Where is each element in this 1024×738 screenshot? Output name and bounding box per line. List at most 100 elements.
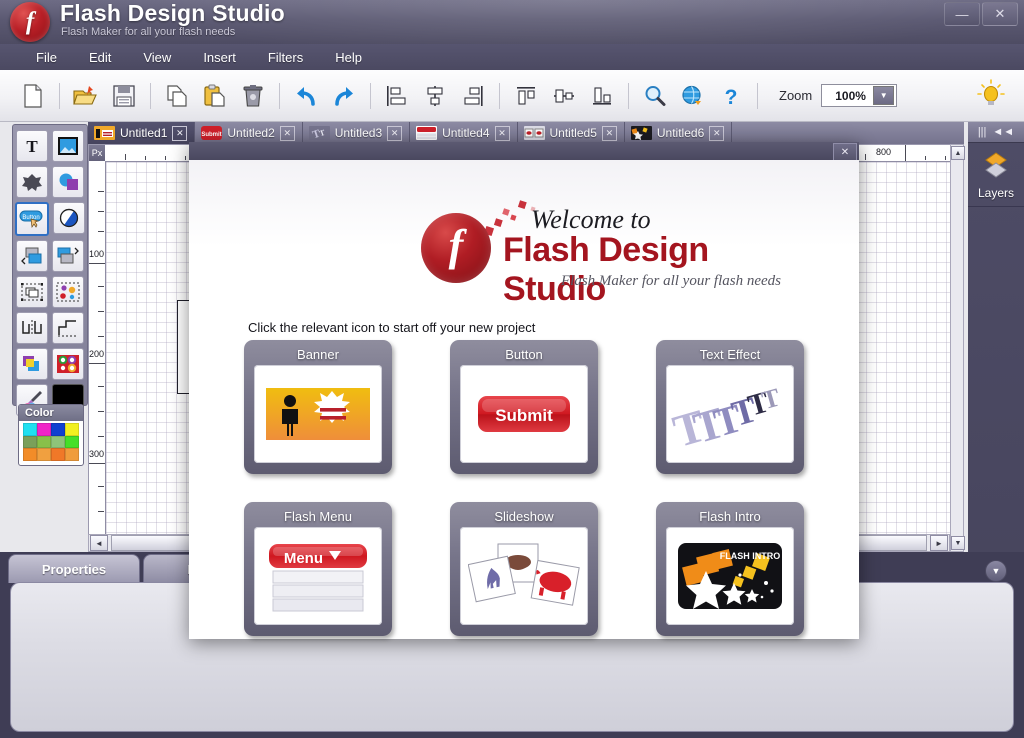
menu-item-edit[interactable]: Edit: [75, 47, 125, 68]
ruler-tick-label: 800: [876, 147, 892, 157]
application-window: f Flash Design Studio Flash Maker for al…: [0, 0, 1024, 738]
align-right-icon[interactable]: [454, 77, 492, 115]
document-tab-label: Untitled1: [120, 126, 168, 140]
color-swatch-grid[interactable]: [23, 423, 79, 461]
align-center-horizontal-icon[interactable]: [416, 77, 454, 115]
close-icon[interactable]: ✕: [279, 125, 295, 141]
distribute-tool[interactable]: [52, 312, 84, 344]
delete-trash-icon[interactable]: [234, 77, 272, 115]
panel-grip-icon[interactable]: |||: [978, 126, 987, 138]
project-card-text-effect[interactable]: Text Effect T T T T T T: [656, 340, 804, 474]
ruler-tick-label: 200: [89, 349, 105, 359]
project-card-banner[interactable]: Banner: [244, 340, 392, 474]
align-path-tool[interactable]: [16, 312, 48, 344]
image-tool[interactable]: [52, 130, 84, 162]
lightbulb-icon[interactable]: [974, 77, 1008, 111]
text-effect-preview-icon: T T T T T T: [666, 365, 794, 463]
canvas-vertical-scrollbar[interactable]: ▲ ▼: [950, 144, 965, 552]
document-tab-label: Untitled2: [227, 126, 275, 140]
redo-icon[interactable]: [325, 77, 363, 115]
close-icon[interactable]: ✕: [709, 125, 725, 141]
text-tool[interactable]: T: [16, 130, 48, 162]
new-document-icon[interactable]: [14, 77, 52, 115]
project-card-flash-intro[interactable]: Flash Intro FLASH INTRO: [656, 502, 804, 636]
color-swatch: [51, 448, 65, 461]
title-bar: f Flash Design Studio Flash Maker for al…: [0, 0, 1024, 44]
document-tab-untitled5[interactable]: Untitled5 ✕: [518, 122, 625, 144]
scroll-right-button[interactable]: ►: [930, 535, 948, 551]
publish-preview-icon[interactable]: [674, 77, 712, 115]
document-tab-untitled2[interactable]: Submit Untitled2 ✕: [195, 122, 303, 144]
project-card-title: Button: [505, 346, 543, 362]
button-tool[interactable]: Button: [15, 202, 49, 236]
project-card-slideshow[interactable]: Slideshow: [450, 502, 598, 636]
overlap-shapes-tool[interactable]: [52, 166, 84, 198]
scatter-tool[interactable]: [52, 276, 84, 308]
project-card-button[interactable]: Button Submit: [450, 340, 598, 474]
menu-item-view[interactable]: View: [129, 47, 185, 68]
layer-tool[interactable]: [16, 348, 48, 380]
close-icon[interactable]: ✕: [601, 125, 617, 141]
dialog-title-bar: ✕: [189, 142, 859, 161]
tab-properties[interactable]: Properties: [8, 554, 140, 583]
svg-text:T: T: [26, 137, 38, 156]
project-type-grid: Banner Button Submit Text Effect T T T T…: [244, 340, 809, 664]
panel-item-label: Layers: [977, 186, 1015, 200]
bring-forward-tool[interactable]: [52, 240, 84, 272]
document-tab-untitled1[interactable]: Untitled1 ✕: [88, 122, 196, 144]
align-center-vertical-icon[interactable]: [545, 77, 583, 115]
right-panel-header: ||| ◄◄: [968, 122, 1024, 143]
button-preview-icon: Submit: [460, 365, 588, 463]
menu-item-insert[interactable]: Insert: [189, 47, 250, 68]
open-folder-icon[interactable]: [67, 77, 105, 115]
close-window-button[interactable]: ✕: [982, 2, 1018, 26]
menu-item-filters[interactable]: Filters: [254, 47, 317, 68]
panel-item-layers[interactable]: Layers: [968, 143, 1024, 207]
save-icon[interactable]: [105, 77, 143, 115]
zoom-select[interactable]: 100% ▼: [821, 84, 898, 107]
collapse-panel-icon[interactable]: ◄◄: [992, 126, 1014, 138]
close-icon[interactable]: ✕: [172, 125, 188, 141]
dialog-close-button[interactable]: ✕: [833, 143, 857, 161]
scroll-down-button[interactable]: ▼: [951, 536, 965, 550]
zoom-search-icon[interactable]: [636, 77, 674, 115]
align-left-icon[interactable]: [378, 77, 416, 115]
project-card-flash-menu[interactable]: Flash Menu Menu: [244, 502, 392, 636]
project-card-title: Banner: [297, 346, 339, 362]
document-tab-untitled3[interactable]: TT Untitled3 ✕: [303, 122, 411, 144]
group-tool[interactable]: [16, 276, 48, 308]
color-panel: Color: [18, 404, 84, 466]
menu-item-help[interactable]: Help: [321, 47, 376, 68]
app-logo-icon: f: [10, 2, 50, 42]
send-backward-tool[interactable]: [16, 240, 48, 272]
button-sample-label: Submit: [495, 406, 553, 425]
document-tab-untitled4[interactable]: Untitled4 ✕: [410, 122, 518, 144]
project-card-title: Flash Intro: [699, 508, 761, 524]
tool-row: [13, 276, 87, 308]
shape-tool[interactable]: [16, 166, 48, 198]
undo-icon[interactable]: [287, 77, 325, 115]
paste-icon[interactable]: [196, 77, 234, 115]
gradient-circle-tool[interactable]: [53, 202, 85, 234]
align-top-icon[interactable]: [507, 77, 545, 115]
color-swatch: [23, 435, 37, 449]
menu-item-file[interactable]: File: [22, 47, 71, 68]
text-effect-tab-icon: TT: [308, 126, 330, 140]
copy-icon[interactable]: [158, 77, 196, 115]
chevron-down-icon[interactable]: ▼: [873, 86, 895, 105]
document-tab-untitled6[interactable]: Untitled6 ✕: [625, 122, 733, 144]
window-controls: — ✕: [944, 2, 1018, 26]
zoom-label: Zoom: [779, 88, 813, 103]
tool-row: [13, 312, 87, 344]
close-icon[interactable]: ✕: [494, 125, 510, 141]
close-icon[interactable]: ✕: [387, 125, 403, 141]
menu-sample-label: Menu: [284, 550, 323, 567]
scroll-left-button[interactable]: ◄: [90, 535, 108, 551]
collapse-bottom-button[interactable]: ▼: [985, 560, 1007, 582]
help-question-icon[interactable]: ?: [712, 77, 750, 115]
minimize-button[interactable]: —: [944, 2, 980, 26]
tool-palette: T Button: [12, 124, 88, 416]
palette-tool[interactable]: [52, 348, 84, 380]
align-bottom-icon[interactable]: [583, 77, 621, 115]
scroll-up-button[interactable]: ▲: [951, 146, 965, 160]
